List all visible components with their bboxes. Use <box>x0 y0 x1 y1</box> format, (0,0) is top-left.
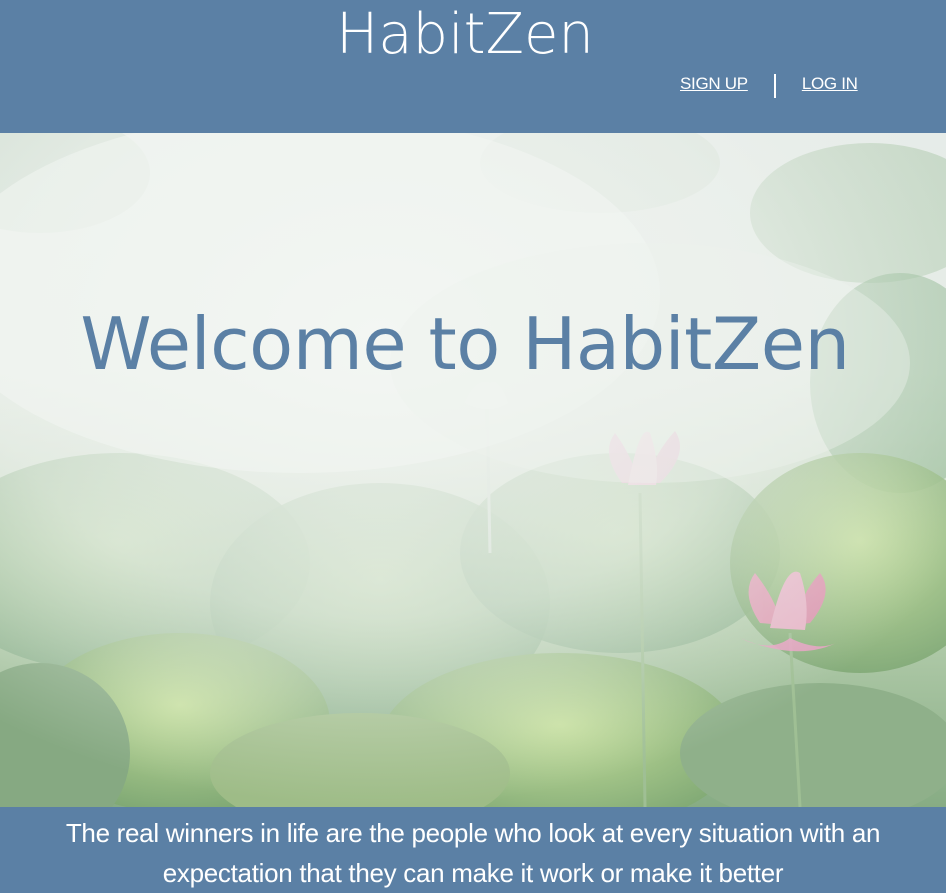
motivational-quote: The real winners in life are the people … <box>65 818 881 888</box>
site-logo[interactable]: HabitZen <box>0 2 930 68</box>
log-in-link[interactable]: LOG IN <box>802 74 858 94</box>
hero-banner: Welcome to HabitZen <box>0 133 946 807</box>
nav-divider <box>773 74 776 98</box>
site-header: HabitZen SIGN UP LOG IN <box>0 0 946 133</box>
auth-nav: SIGN UP LOG IN <box>680 72 858 98</box>
hero-title: Welcome to HabitZen <box>80 302 850 386</box>
quote-banner: The real winners in life are the people … <box>0 807 946 893</box>
sign-up-link[interactable]: SIGN UP <box>680 74 748 94</box>
lotus-pond-image <box>0 133 946 807</box>
